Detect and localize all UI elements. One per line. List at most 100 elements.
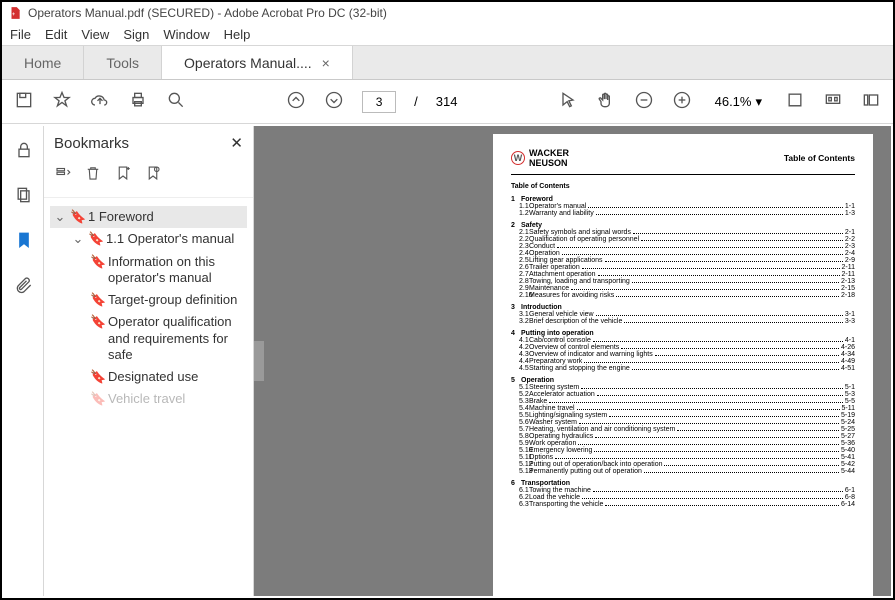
- toc-heading: Table of Contents: [511, 183, 855, 190]
- fit-width-icon[interactable]: [785, 90, 805, 113]
- search-icon[interactable]: [166, 90, 186, 113]
- bookmark-item[interactable]: 🔖 Vehicle travel: [50, 388, 247, 410]
- bookmark-label: Vehicle travel: [108, 391, 245, 407]
- options-icon[interactable]: [54, 164, 72, 187]
- toc-entry: 4.5Starting and stopping the engine4-51: [511, 365, 855, 372]
- zoom-value: 46.1%: [715, 94, 752, 109]
- toc-entry: 5.5Lighting/signaling system5-19: [511, 412, 855, 419]
- toc-entry: 5.6Washer system5-24: [511, 419, 855, 426]
- workspace: Bookmarks ✕ ⌄ 🔖 1 Foreword ⌄ 🔖 1.1 Opera…: [4, 126, 891, 596]
- bookmark-icon[interactable]: [14, 230, 34, 255]
- save-icon[interactable]: [14, 90, 34, 113]
- toc-entry: 2.6Trailer operation2-11: [511, 264, 855, 271]
- tab-tools-label: Tools: [106, 55, 139, 71]
- toc-entry: 2.3Conduct2-3: [511, 243, 855, 250]
- bookmark-item-operators-manual[interactable]: ⌄ 🔖 1.1 Operator's manual: [50, 228, 247, 250]
- brand-logo: W WACKER NEUSON: [511, 148, 569, 168]
- bookmark-item[interactable]: 🔖 Operator qualification and requirement…: [50, 311, 247, 366]
- toc-entry: 4.1Cab/control console4-1: [511, 337, 855, 344]
- star-icon[interactable]: [52, 90, 72, 113]
- page-number-input[interactable]: [362, 91, 396, 113]
- main-tabs: Home Tools Operators Manual.... ×: [2, 46, 893, 80]
- more-icon[interactable]: [861, 90, 881, 113]
- toc-entry: 5.8Operating hydraulics5-27: [511, 433, 855, 440]
- toc-entry: 5.13Permanently putting out of operation…: [511, 468, 855, 475]
- toc-section-head: 2Safety: [511, 222, 855, 229]
- bookmark-icon: 🔖: [90, 314, 104, 330]
- toc-entry: 5.7Heating, ventilation and air conditio…: [511, 426, 855, 433]
- menu-view[interactable]: View: [81, 27, 109, 42]
- toolbar: / 314 46.1% ▾: [2, 80, 893, 124]
- new-bookmark-icon[interactable]: [114, 164, 132, 187]
- toc-entry: 4.3Overview of indicator and warning lig…: [511, 351, 855, 358]
- toc-entry: 2.9Maintenance2-15: [511, 285, 855, 292]
- page-header-right: Table of Contents: [784, 153, 855, 163]
- zoom-dropdown[interactable]: 46.1% ▾: [710, 91, 767, 113]
- bookmark-tree: ⌄ 🔖 1 Foreword ⌄ 🔖 1.1 Operator's manual…: [44, 198, 253, 596]
- page-down-icon[interactable]: [324, 90, 344, 113]
- tab-tools[interactable]: Tools: [84, 46, 162, 79]
- bookmark-icon: 🔖: [90, 391, 104, 407]
- toc-entry: 2.4Operation2-4: [511, 250, 855, 257]
- tab-home[interactable]: Home: [2, 46, 84, 79]
- toc-section-head: 3Introduction: [511, 304, 855, 311]
- attachment-icon[interactable]: [14, 275, 34, 300]
- toc-entry: 5.3Brake5-5: [511, 398, 855, 405]
- cloud-upload-icon[interactable]: [90, 90, 110, 113]
- toc-entry: 5.1Steering system5-1: [511, 384, 855, 391]
- zoom-in-icon[interactable]: [672, 90, 692, 113]
- document-viewport[interactable]: W WACKER NEUSON Table of Contents Table …: [254, 126, 891, 596]
- menu-help[interactable]: Help: [224, 27, 251, 42]
- titlebar: Operators Manual.pdf (SECURED) - Adobe A…: [2, 2, 893, 24]
- bookmarks-panel: Bookmarks ✕ ⌄ 🔖 1 Foreword ⌄ 🔖 1.1 Opera…: [44, 126, 254, 596]
- menubar: File Edit View Sign Window Help: [2, 24, 893, 46]
- toc-entry: 2.5Lifting gear applications2-9: [511, 257, 855, 264]
- thumbnails-icon[interactable]: [14, 185, 34, 210]
- lock-icon[interactable]: [14, 140, 34, 165]
- bookmark-icon: 🔖: [88, 231, 102, 247]
- pointer-icon[interactable]: [558, 90, 578, 113]
- tab-document-label: Operators Manual....: [184, 55, 312, 71]
- menu-edit[interactable]: Edit: [45, 27, 67, 42]
- tab-document[interactable]: Operators Manual.... ×: [162, 46, 353, 79]
- toc-entry: 2.1Safety symbols and signal words2-1: [511, 229, 855, 236]
- bookmark-item-foreword[interactable]: ⌄ 🔖 1 Foreword: [50, 206, 247, 228]
- toc-entry: 2.2Qualification of operating personnel2…: [511, 236, 855, 243]
- toc-section-head: 1Foreword: [511, 196, 855, 203]
- menu-window[interactable]: Window: [163, 27, 209, 42]
- menu-sign[interactable]: Sign: [123, 27, 149, 42]
- bookmark-icon: 🔖: [70, 209, 84, 225]
- toc-entry: 4.2Overview of control elements4-26: [511, 344, 855, 351]
- window-title: Operators Manual.pdf (SECURED) - Adobe A…: [28, 6, 387, 20]
- hand-icon[interactable]: [596, 90, 616, 113]
- toc-section-head: 4Putting into operation: [511, 330, 855, 337]
- bookmark-item[interactable]: 🔖 Information on this operator's manual: [50, 251, 247, 290]
- bookmark-label: Designated use: [108, 369, 245, 385]
- page-display-icon[interactable]: [823, 90, 843, 113]
- chevron-down-icon[interactable]: ⌄: [72, 231, 84, 247]
- close-icon[interactable]: ×: [322, 55, 330, 71]
- toc-entry: 2.8Towing, loading and transporting2-13: [511, 278, 855, 285]
- bookmarks-title: Bookmarks: [54, 135, 129, 152]
- chevron-down-icon[interactable]: ⌄: [54, 209, 66, 225]
- toc-entry: 5.2Accelerator actuation5-3: [511, 391, 855, 398]
- bookmark-label: 1 Foreword: [88, 209, 245, 225]
- print-icon[interactable]: [128, 90, 148, 113]
- zoom-out-icon[interactable]: [634, 90, 654, 113]
- bookmark-icon: 🔖: [90, 254, 104, 270]
- delete-icon[interactable]: [84, 164, 102, 187]
- bookmark-item[interactable]: 🔖 Target-group definition: [50, 289, 247, 311]
- pdf-file-icon: [8, 6, 22, 20]
- toc-entry: 3.1General vehicle view3-1: [511, 311, 855, 318]
- toc-entry: 5.9Work operation5-36: [511, 440, 855, 447]
- find-bookmark-icon[interactable]: [144, 164, 162, 187]
- bookmark-label: Target-group definition: [108, 292, 245, 308]
- collapse-handle[interactable]: [254, 341, 264, 381]
- toc-entry: 1.2Warranty and liability1-3: [511, 210, 855, 217]
- bookmark-item[interactable]: 🔖 Designated use: [50, 366, 247, 388]
- page-up-icon[interactable]: [286, 90, 306, 113]
- brand-line2: NEUSON: [529, 158, 569, 168]
- close-panel-icon[interactable]: ✕: [230, 134, 243, 152]
- menu-file[interactable]: File: [10, 27, 31, 42]
- toc-entry: 6.3Transporting the vehicle6-14: [511, 501, 855, 508]
